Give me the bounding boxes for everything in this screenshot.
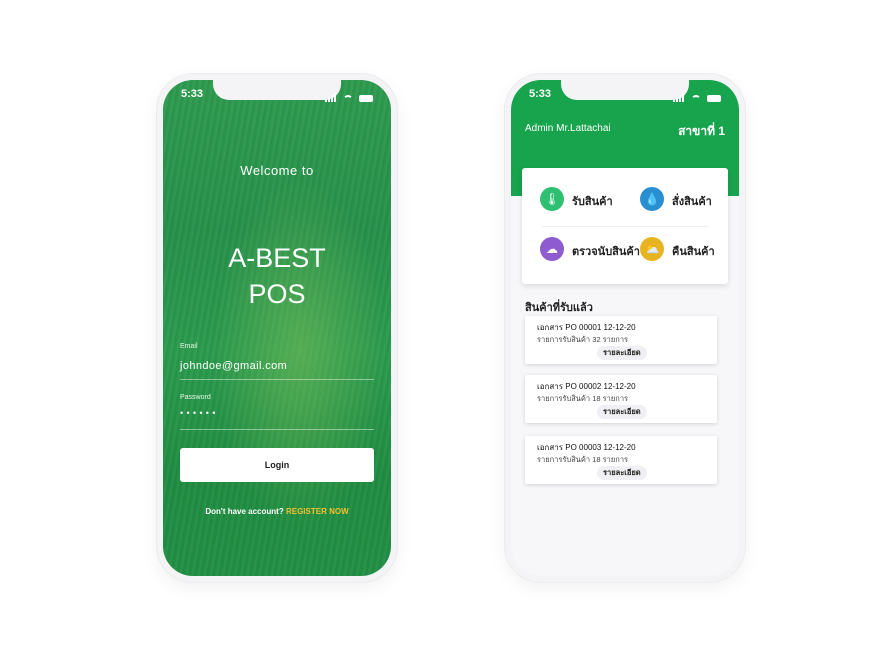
menu-item-receive[interactable]: 🌡 รับสินค้า (540, 184, 640, 214)
details-button[interactable]: รายละเอียด (597, 405, 647, 419)
menu-divider (542, 226, 708, 227)
document-card[interactable]: เอกสาร PO 00003 12-12-20 รายการรับสินค้า… (525, 436, 717, 484)
admin-phone-mockup: Admin Mr.Lattachai สาขาที่ 1 5:33 🌡 รับส… (505, 74, 745, 582)
document-title: เอกสาร PO 00001 12-12-20 (537, 323, 636, 332)
document-card[interactable]: เอกสาร PO 00002 12-12-20 รายการรับสินค้า… (525, 375, 717, 423)
admin-screen: Admin Mr.Lattachai สาขาที่ 1 5:33 🌡 รับส… (511, 80, 739, 576)
admin-user-label: Admin Mr.Lattachai (525, 123, 611, 134)
menu-item-return[interactable]: ⛅ คืนสินค้า (640, 234, 739, 264)
status-bar: 5:33 (181, 88, 373, 102)
signal-icon (672, 99, 675, 102)
battery-icon (359, 95, 373, 102)
email-label: Email (180, 343, 198, 350)
menu-item-order[interactable]: 💧 สั่งสินค้า (640, 184, 739, 214)
menu-card: 🌡 รับสินค้า 💧 สั่งสินค้า ☁ ตรวจนับสินค้า… (522, 168, 728, 284)
menu-item-stock-count[interactable]: ☁ ตรวจนับสินค้า (540, 234, 640, 264)
battery-icon (707, 95, 721, 102)
app-brand: A-BEST POS (163, 240, 391, 312)
wifi-icon (342, 95, 353, 102)
document-subtitle: รายการรับสินค้า 18 รายการ (537, 455, 629, 464)
menu-item-label: ตรวจนับสินค้า (572, 246, 640, 258)
status-time: 5:33 (529, 88, 552, 100)
menu-item-label: คืนสินค้า (672, 246, 715, 258)
document-title: เอกสาร PO 00003 12-12-20 (537, 443, 636, 452)
brand-line-1: A-BEST (228, 243, 326, 273)
document-title: เอกสาร PO 00002 12-12-20 (537, 382, 636, 391)
droplet-icon: 💧 (640, 187, 664, 211)
login-button[interactable]: Login (180, 448, 374, 482)
login-phone-mockup: 5:33 Welcome to A-BEST POS Email johndoe… (157, 74, 397, 582)
cloud-sun-icon: ⛅ (640, 237, 664, 261)
password-underline (180, 429, 374, 430)
details-button[interactable]: รายละเอียด (597, 346, 647, 360)
register-prompt: Don't have account? REGISTER NOW (163, 507, 391, 516)
menu-item-label: สั่งสินค้า (672, 196, 712, 208)
email-field[interactable]: johndoe@gmail.com (180, 360, 287, 372)
status-icons (324, 90, 373, 102)
received-section-title: สินค้าที่รับแล้ว (525, 302, 593, 314)
register-now-link[interactable]: REGISTER NOW (286, 507, 349, 516)
document-subtitle: รายการรับสินค้า 32 รายการ (537, 335, 629, 344)
menu-item-label: รับสินค้า (572, 196, 613, 208)
email-underline (180, 379, 374, 380)
status-time: 5:33 (181, 88, 204, 100)
cloud-snow-icon: ☁ (540, 237, 564, 261)
details-button[interactable]: รายละเอียด (597, 466, 647, 480)
login-screen: 5:33 Welcome to A-BEST POS Email johndoe… (163, 80, 391, 576)
wifi-icon (690, 95, 701, 102)
password-field[interactable]: • • • • • • (180, 408, 216, 418)
password-label: Password (180, 394, 211, 401)
branch-label[interactable]: สาขาที่ 1 (678, 122, 725, 141)
thermometer-icon: 🌡 (540, 187, 564, 211)
register-question: Don't have account? (205, 507, 284, 516)
welcome-text: Welcome to (240, 163, 314, 178)
document-subtitle: รายการรับสินค้า 18 รายการ (537, 394, 629, 403)
status-bar: 5:33 (529, 88, 721, 102)
brand-line-2: POS (248, 279, 306, 309)
signal-icon (324, 99, 327, 102)
document-card[interactable]: เอกสาร PO 00001 12-12-20 รายการรับสินค้า… (525, 316, 717, 364)
status-icons (672, 90, 721, 102)
